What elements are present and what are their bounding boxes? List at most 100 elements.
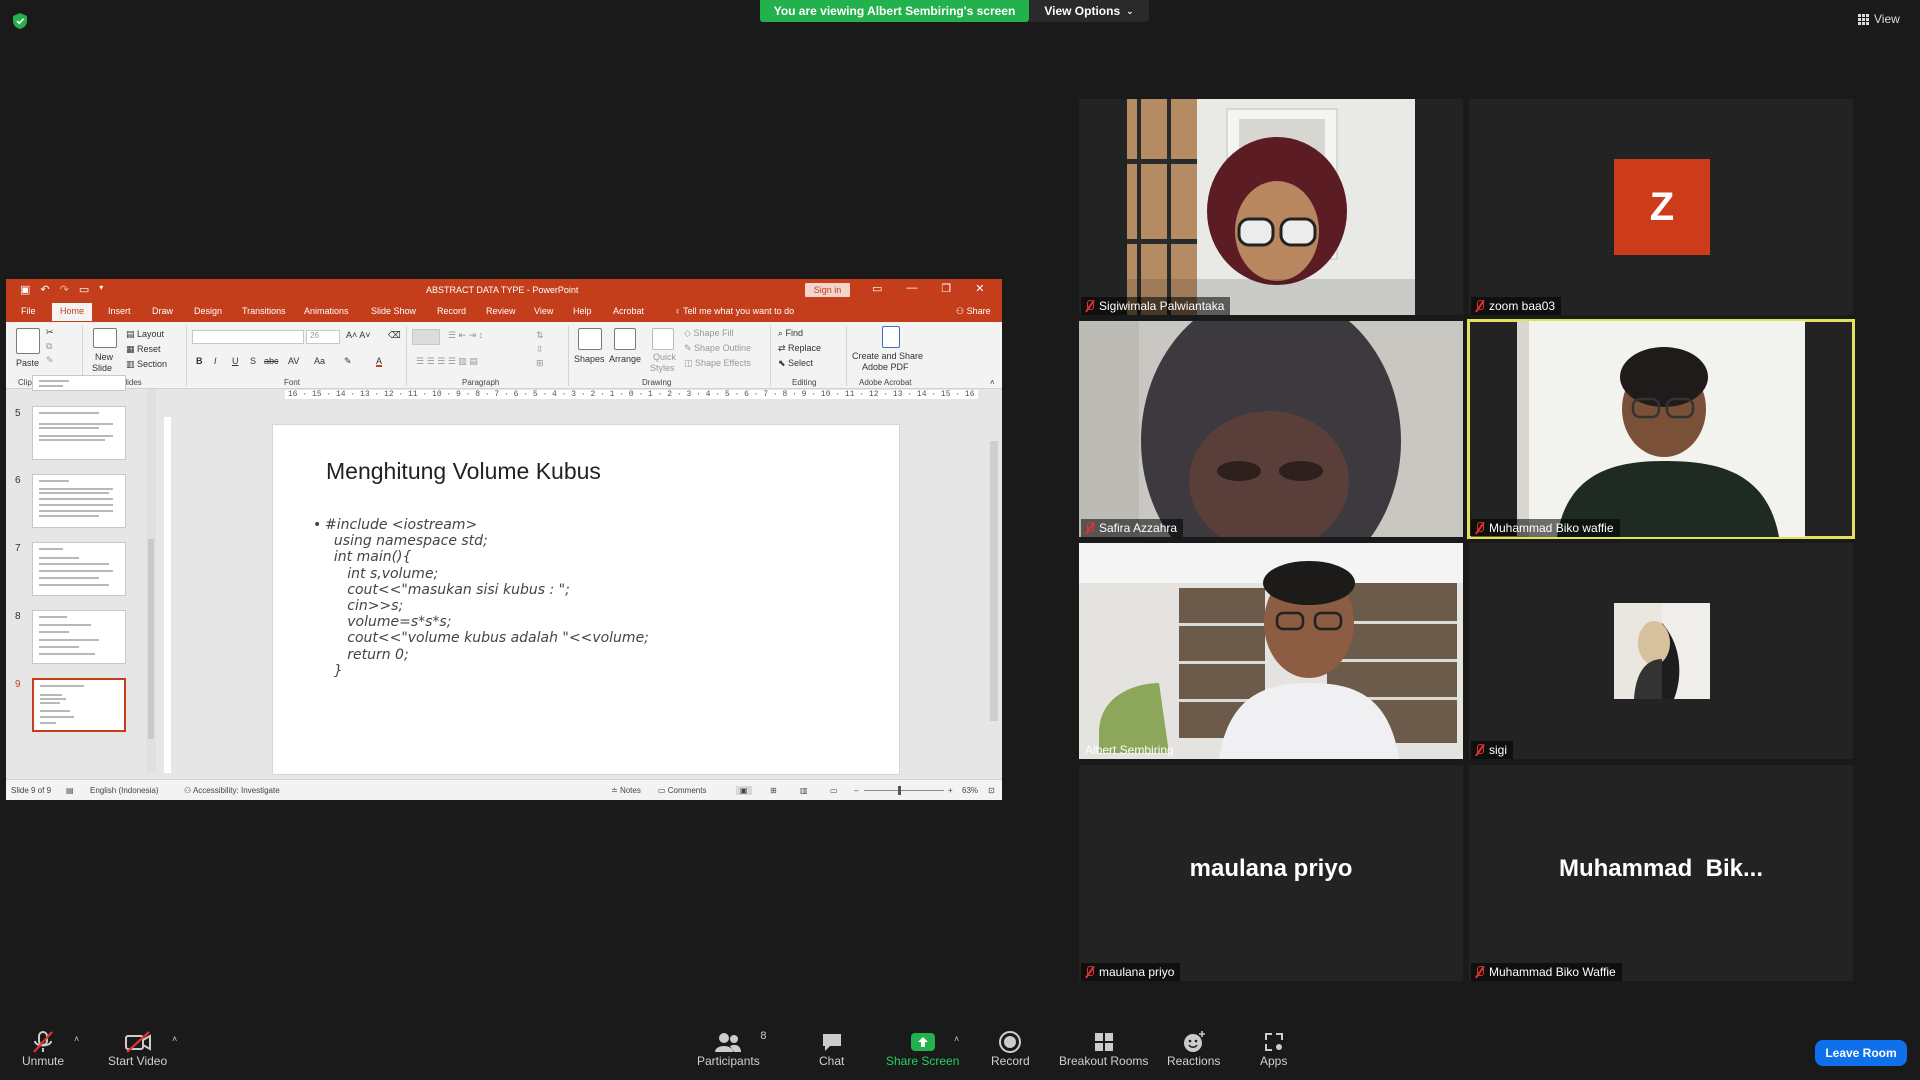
shadow-icon[interactable]: S: [250, 356, 256, 366]
section-button[interactable]: ▥ Section: [126, 359, 167, 370]
spellcheck-icon[interactable]: ▤: [66, 786, 74, 795]
view-layout-button[interactable]: View: [1858, 10, 1908, 28]
reactions-button[interactable]: Reactions: [1167, 1030, 1220, 1068]
tab-file[interactable]: File: [21, 306, 36, 316]
paste-icon[interactable]: [16, 328, 40, 354]
cut-icon[interactable]: ✂: [46, 327, 54, 338]
redo-icon[interactable]: ↷: [60, 283, 69, 296]
replace-button[interactable]: ⇄ Replace: [778, 343, 821, 354]
quick-styles-label-1[interactable]: Quick: [653, 352, 676, 362]
comments-button[interactable]: ▭ Comments: [658, 786, 706, 795]
slide-thumbnail-9[interactable]: [32, 678, 126, 732]
slide-show-icon[interactable]: ▭: [830, 786, 838, 795]
reset-button[interactable]: ▦ Reset: [126, 344, 161, 355]
shape-fill-button[interactable]: ◇ Shape Fill: [684, 328, 733, 339]
tab-slide-show[interactable]: Slide Show: [371, 306, 416, 316]
normal-view-icon[interactable]: ▣: [736, 786, 752, 795]
new-slide-label-2[interactable]: Slide: [92, 363, 112, 373]
highlight-icon[interactable]: ✎: [344, 356, 352, 367]
zoom-level[interactable]: 63%: [962, 786, 978, 795]
sign-in-button[interactable]: Sign in: [805, 283, 850, 297]
close-icon[interactable]: ✕: [975, 282, 984, 295]
font-grow-shrink-icon[interactable]: A˄ A˅: [346, 330, 371, 340]
tab-review[interactable]: Review: [486, 306, 516, 316]
thumbnail-scroll-thumb[interactable]: [148, 539, 154, 739]
participant-tile[interactable]: Muhammad Bik... Muhammad Biko Waffie: [1469, 765, 1853, 981]
zoom-slider[interactable]: [864, 786, 944, 795]
bold-icon[interactable]: B: [196, 356, 203, 366]
tab-transitions[interactable]: Transitions: [242, 306, 286, 316]
tab-help[interactable]: Help: [573, 306, 592, 316]
fit-to-window-icon[interactable]: ⊡: [988, 786, 995, 795]
slide-title[interactable]: Menghitung Volume Kubus: [326, 458, 601, 485]
shape-effects-button[interactable]: ◫ Shape Effects: [684, 358, 751, 369]
participant-tile[interactable]: Albert Sembiring: [1079, 543, 1463, 759]
apps-button[interactable]: Apps: [1260, 1030, 1287, 1068]
tell-me-search[interactable]: ♀ Tell me what you want to do: [674, 306, 794, 316]
customize-toolbar-icon[interactable]: ▾: [99, 283, 103, 296]
slide-scroll-thumb[interactable]: [990, 441, 998, 721]
slide-thumbnail-8[interactable]: [32, 610, 126, 664]
collapse-ribbon-icon[interactable]: ˄: [990, 378, 995, 387]
start-video-button[interactable]: Start Video: [108, 1030, 167, 1068]
italic-icon[interactable]: I: [214, 356, 217, 366]
tab-draw[interactable]: Draw: [152, 306, 173, 316]
participant-tile[interactable]: Z zoom baa03: [1469, 99, 1853, 315]
copy-icon[interactable]: ⧉: [46, 341, 52, 352]
font-color-icon[interactable]: A: [376, 356, 382, 366]
leave-room-button[interactable]: Leave Room: [1815, 1040, 1907, 1066]
char-spacing-icon[interactable]: AV: [288, 356, 299, 366]
shape-outline-button[interactable]: ✎ Shape Outline: [684, 343, 751, 354]
tab-design[interactable]: Design: [194, 306, 222, 316]
tab-home[interactable]: Home: [52, 303, 93, 321]
adobe-pdf-icon[interactable]: [882, 326, 900, 348]
font-name-box[interactable]: [192, 330, 304, 344]
slide-thumbnail-5[interactable]: [32, 406, 126, 460]
new-slide-label-1[interactable]: New: [95, 352, 113, 362]
numbering-icon[interactable]: ☰ ⇤ ⇥ ↕: [448, 330, 483, 341]
breakout-rooms-button[interactable]: Breakout Rooms: [1059, 1030, 1148, 1068]
change-case-icon[interactable]: Aa: [314, 356, 325, 366]
thumbnail-scrollbar[interactable]: [146, 389, 156, 773]
language-status[interactable]: English (Indonesia): [90, 786, 158, 795]
arrange-icon[interactable]: [614, 328, 636, 350]
zoom-out-icon[interactable]: –: [854, 786, 858, 795]
smartart-icon[interactable]: ⊞: [536, 358, 544, 369]
restore-icon[interactable]: ❐: [941, 282, 951, 295]
audio-options-caret-icon[interactable]: ˄: [74, 1034, 79, 1044]
layout-button[interactable]: ▤ Layout: [126, 329, 164, 340]
slide-scrollbar[interactable]: [988, 401, 1000, 773]
tab-record[interactable]: Record: [437, 306, 466, 316]
zoom-slider-handle[interactable]: [898, 786, 901, 795]
paste-button[interactable]: Paste: [16, 358, 39, 368]
slide-thumbnail-7[interactable]: [32, 542, 126, 596]
shapes-button[interactable]: Shapes: [574, 354, 605, 364]
tab-view[interactable]: View: [534, 306, 553, 316]
save-icon[interactable]: ▣: [20, 283, 30, 296]
tab-acrobat[interactable]: Acrobat: [613, 306, 644, 316]
notes-button[interactable]: ≐ Notes: [611, 786, 641, 795]
underline-icon[interactable]: U: [232, 356, 239, 366]
shapes-icon[interactable]: [578, 328, 602, 350]
chat-button[interactable]: Chat: [819, 1030, 844, 1068]
slide-canvas[interactable]: Menghitung Volume Kubus • #include <iost…: [272, 424, 900, 775]
share-options-caret-icon[interactable]: ˄: [954, 1034, 959, 1044]
text-direction-icon[interactable]: ⇅: [536, 330, 544, 341]
shared-screen-powerpoint[interactable]: ▣ ↶ ↷ ▭ ▾ ABSTRACT DATA TYPE - PowerPoin…: [6, 279, 1002, 800]
align-text-icon[interactable]: ⇳: [536, 344, 544, 355]
quick-styles-icon[interactable]: [652, 328, 674, 350]
find-button[interactable]: ⌕ Find: [778, 328, 803, 339]
participant-tile[interactable]: Safira Azzahra: [1079, 321, 1463, 537]
tab-animations[interactable]: Animations: [304, 306, 349, 316]
create-share-label-1[interactable]: Create and Share: [852, 351, 923, 361]
slide-thumbnail-4-partial[interactable]: [32, 375, 126, 391]
arrange-button[interactable]: Arrange: [609, 354, 641, 364]
create-share-label-2[interactable]: Adobe PDF: [862, 362, 909, 372]
participants-button[interactable]: 8 Participants: [697, 1030, 766, 1068]
strikethrough-icon[interactable]: abc: [264, 356, 279, 366]
reading-view-icon[interactable]: ▥: [800, 786, 808, 795]
participant-tile[interactable]: Sigiwimala Palwiantaka: [1079, 99, 1463, 315]
participant-tile-active-speaker[interactable]: Muhammad Biko waffie: [1467, 319, 1855, 539]
present-icon[interactable]: ▭: [79, 283, 89, 296]
share-button[interactable]: ⚇ Share: [956, 306, 991, 317]
